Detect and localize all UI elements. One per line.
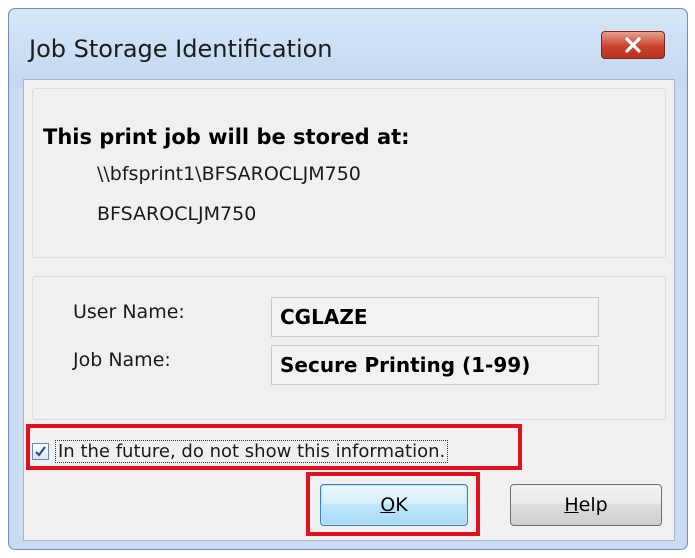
job-name-field: Secure Printing (1-99)	[271, 345, 599, 385]
help-button-mnemonic: H	[564, 494, 579, 516]
checkbox-highlight-box	[26, 424, 522, 470]
dialog-body: This print job will be stored at: \\bfsp…	[23, 79, 675, 541]
help-button-label: elp	[578, 494, 608, 516]
storage-location-group: This print job will be stored at: \\bfsp…	[32, 88, 666, 258]
user-name-field: CGLAZE	[271, 297, 599, 337]
ok-highlight-box	[306, 472, 480, 536]
job-info-group: User Name: CGLAZE Job Name: Secure Print…	[32, 276, 666, 420]
close-icon	[625, 37, 641, 53]
help-button[interactable]: Help	[510, 484, 662, 526]
user-name-label: User Name:	[73, 301, 185, 323]
storage-printer: BFSAROCLJM750	[97, 203, 257, 225]
storage-path: \\bfsprint1\BFSAROCLJM750	[97, 163, 361, 185]
job-name-label: Job Name:	[73, 349, 171, 371]
title-bar[interactable]: Job Storage Identification	[9, 9, 687, 87]
dialog-window: Job Storage Identification This print jo…	[8, 8, 688, 550]
window-title: Job Storage Identification	[29, 35, 333, 63]
close-button[interactable]	[601, 31, 665, 59]
storage-heading: This print job will be stored at:	[43, 125, 410, 149]
